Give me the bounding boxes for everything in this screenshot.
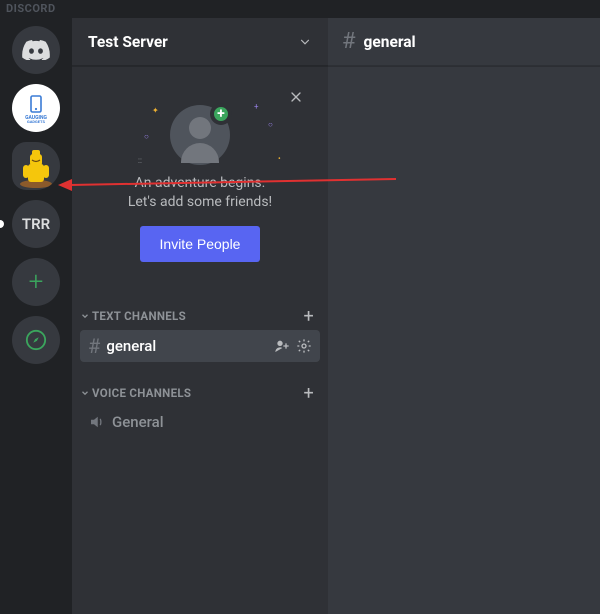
- server-list: GAUGING GADGETS TRR +: [0, 18, 72, 614]
- plus-icon: +: [29, 267, 44, 297]
- invite-people-button[interactable]: Invite People: [140, 226, 261, 262]
- speaker-icon: [88, 413, 106, 431]
- lego-avatar-icon: [12, 142, 60, 190]
- server-header[interactable]: Test Server: [72, 18, 328, 66]
- server-name-label: Test Server: [88, 33, 168, 51]
- chat-header: # general: [328, 18, 600, 66]
- chat-area: # general: [328, 18, 600, 614]
- channel-sidebar: Test Server ✦ + ○ ○ :: • + An adventure …: [72, 18, 328, 614]
- explore-servers-button[interactable]: [12, 316, 60, 364]
- svg-text:GADGETS: GADGETS: [27, 119, 45, 124]
- server-test-server[interactable]: [12, 142, 60, 190]
- server-trr[interactable]: TRR: [12, 200, 60, 248]
- chevron-down-icon: [298, 35, 312, 49]
- channel-general-label: general: [106, 337, 156, 355]
- server-gauging-gadgets[interactable]: GAUGING GADGETS: [12, 84, 60, 132]
- discord-home-button[interactable]: [12, 26, 60, 74]
- add-server-button[interactable]: +: [12, 258, 60, 306]
- gauging-gadgets-icon: GAUGING GADGETS: [20, 92, 52, 124]
- welcome-text-line1: An adventure begins.: [96, 174, 304, 193]
- add-friend-badge-icon: +: [210, 103, 232, 125]
- chevron-down-icon: [80, 388, 90, 398]
- category-text-label: TEXT CHANNELS: [92, 309, 186, 323]
- chevron-down-icon: [80, 311, 90, 321]
- welcome-graphic: ✦ + ○ ○ :: • +: [96, 98, 304, 174]
- channel-general-voice-label: General: [112, 413, 164, 431]
- welcome-card: ✦ + ○ ○ :: • + An adventure begins. Let'…: [88, 82, 312, 278]
- gear-icon[interactable]: [296, 338, 312, 354]
- app-container: GAUGING GADGETS TRR +: [0, 0, 600, 614]
- avatar-placeholder-icon: +: [170, 105, 230, 165]
- hash-icon: #: [88, 336, 100, 356]
- chat-channel-title: general: [364, 33, 416, 51]
- channel-actions: [274, 338, 312, 354]
- hash-icon: #: [342, 29, 356, 54]
- channel-general-text[interactable]: # general: [80, 330, 320, 362]
- app-brand-label: DISCORD: [6, 2, 56, 15]
- server-trr-label: TRR: [22, 215, 50, 233]
- welcome-text-line2: Let's add some friends!: [96, 193, 304, 212]
- add-text-channel-button[interactable]: +: [303, 306, 314, 327]
- category-voice-label: VOICE CHANNELS: [92, 386, 191, 400]
- create-invite-icon[interactable]: [274, 338, 290, 354]
- compass-icon: [25, 329, 47, 351]
- category-text-channels[interactable]: TEXT CHANNELS +: [72, 300, 328, 329]
- channel-general-voice[interactable]: General: [80, 407, 320, 437]
- category-voice-channels[interactable]: VOICE CHANNELS +: [72, 377, 328, 406]
- add-voice-channel-button[interactable]: +: [303, 383, 314, 404]
- discord-logo-icon: [22, 40, 50, 60]
